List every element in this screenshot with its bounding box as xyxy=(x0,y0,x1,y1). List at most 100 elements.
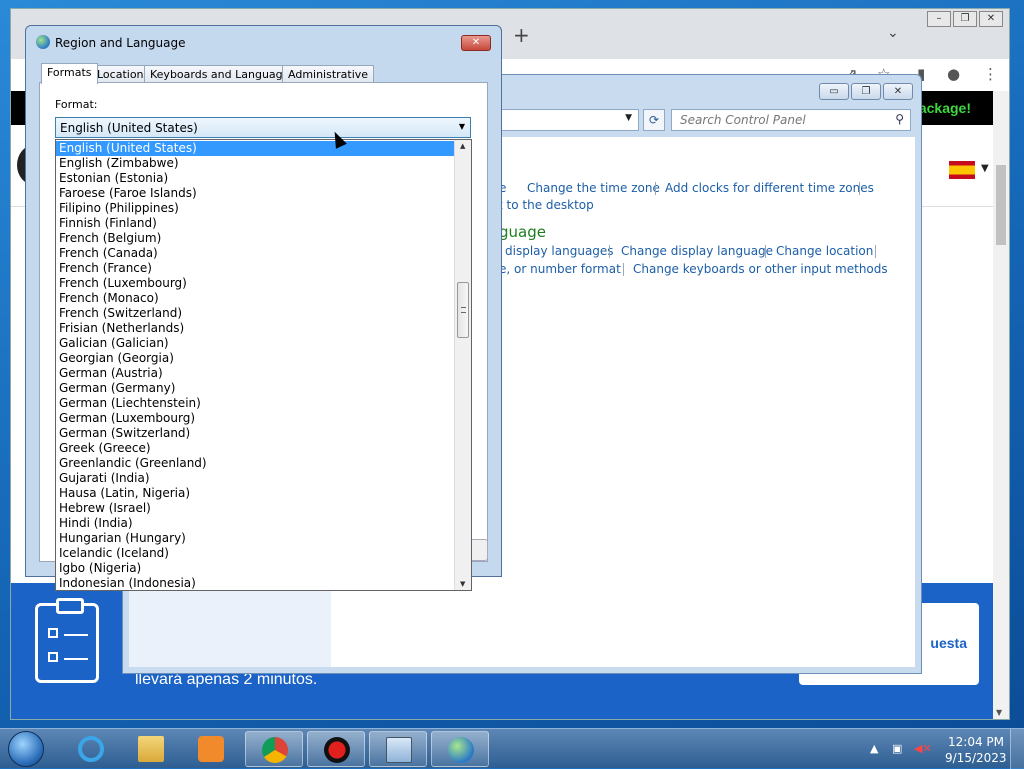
taskbar: ▲ ▣ ◀✕ 12:04 PM 9/15/2023 xyxy=(0,728,1024,769)
start-button[interactable] xyxy=(8,731,44,767)
clock-date[interactable]: 9/15/2023 xyxy=(945,751,1007,765)
spain-flag-icon[interactable] xyxy=(949,161,975,179)
add-clocks-link[interactable]: Add clocks for different time zones xyxy=(665,181,874,195)
globe-clock-icon xyxy=(448,737,474,763)
page-scrollbar[interactable]: ▼ xyxy=(993,91,1009,719)
tab-formats[interactable]: Formats xyxy=(41,63,98,84)
dropdown-option[interactable]: German (Luxembourg) xyxy=(56,411,454,426)
dropdown-option[interactable]: Indonesian (Indonesia) xyxy=(56,576,454,590)
scroll-up-icon[interactable]: ▲ xyxy=(460,142,465,150)
dropdown-scrollbar[interactable]: ▲ ▼ xyxy=(454,140,471,590)
dropdown-option[interactable]: Hindi (India) xyxy=(56,516,454,531)
dropdown-option[interactable]: French (Switzerland) xyxy=(56,306,454,321)
dropdown-option[interactable]: Finnish (Finland) xyxy=(56,216,454,231)
gadgets-desktop-link[interactable]: t to the desktop xyxy=(498,198,594,212)
close-icon[interactable]: ✕ xyxy=(883,83,913,100)
tab-search-icon[interactable]: ⌄ xyxy=(887,25,899,41)
dropdown-option[interactable]: French (Luxembourg) xyxy=(56,276,454,291)
search-placeholder: Search Control Panel xyxy=(680,113,806,127)
refresh-icon[interactable]: ⟳ xyxy=(643,109,665,131)
separator xyxy=(655,182,656,195)
dropdown-option[interactable]: Filipino (Philippines) xyxy=(56,201,454,216)
format-dropdown-list[interactable]: English (United States) English (Zimbabwe… xyxy=(55,139,472,591)
volume-muted-icon[interactable]: ◀✕ xyxy=(914,742,932,755)
show-hidden-icons[interactable]: ▲ xyxy=(870,742,878,755)
chevron-down-icon[interactable]: ▼ xyxy=(459,122,465,131)
dropdown-option[interactable]: Galician (Galician) xyxy=(56,336,454,351)
dialog-title: Region and Language xyxy=(55,36,186,50)
install-display-languages-link[interactable]: display languages xyxy=(505,244,614,258)
address-bar[interactable]: ▼ xyxy=(493,109,639,131)
dropdown-option[interactable]: Icelandic (Iceland) xyxy=(56,546,454,561)
dropdown-option[interactable]: Greenlandic (Greenland) xyxy=(56,456,454,471)
clock-time[interactable]: 12:04 PM xyxy=(948,735,1004,749)
survey-cta-label: uesta xyxy=(930,635,967,651)
dropdown-option[interactable]: German (Switzerland) xyxy=(56,426,454,441)
address-dropdown-icon[interactable]: ▼ xyxy=(625,113,632,123)
close-icon[interactable]: ✕ xyxy=(979,11,1003,27)
taskbar-file-explorer[interactable] xyxy=(122,731,180,767)
change-location-link[interactable]: Change location xyxy=(776,244,873,258)
language-caret-icon[interactable]: ▼ xyxy=(981,163,989,174)
dropdown-option[interactable]: Hungarian (Hungary) xyxy=(56,531,454,546)
media-player-icon xyxy=(198,736,224,762)
scroll-down-icon[interactable]: ▼ xyxy=(460,580,465,588)
dropdown-option[interactable]: Igbo (Nigeria) xyxy=(56,561,454,576)
change-number-format-link[interactable]: e, or number format xyxy=(499,262,621,276)
taskbar-internet-explorer[interactable] xyxy=(62,731,120,767)
change-time-zone-link[interactable]: Change the time zone xyxy=(527,181,660,195)
dropdown-option[interactable]: French (France) xyxy=(56,261,454,276)
dropdown-option[interactable]: German (Liechtenstein) xyxy=(56,396,454,411)
control-panel-icon xyxy=(386,737,412,763)
dropdown-option[interactable]: Hebrew (Israel) xyxy=(56,501,454,516)
globe-icon xyxy=(36,35,50,49)
scrollbar-thumb[interactable] xyxy=(996,165,1006,245)
dropdown-option[interactable]: Estonian (Estonia) xyxy=(56,171,454,186)
dropdown-option[interactable]: Hausa (Latin, Nigeria) xyxy=(56,486,454,501)
search-icon[interactable]: ⚲ xyxy=(895,112,904,126)
maximize-icon[interactable]: ❐ xyxy=(851,83,881,100)
internet-explorer-icon xyxy=(78,736,104,762)
separator xyxy=(875,245,876,258)
restore-icon[interactable]: ❐ xyxy=(953,11,977,27)
taskbar-media-player[interactable] xyxy=(182,731,240,767)
dropdown-option[interactable]: English (Zimbabwe) xyxy=(56,156,454,171)
dropdown-option[interactable]: Gujarati (India) xyxy=(56,471,454,486)
taskbar-region-language[interactable] xyxy=(431,731,489,767)
dropdown-option[interactable]: French (Belgium) xyxy=(56,231,454,246)
dropdown-option[interactable]: French (Canada) xyxy=(56,246,454,261)
network-icon[interactable]: ▣ xyxy=(892,742,902,755)
new-tab-button[interactable]: + xyxy=(513,23,530,47)
separator xyxy=(859,182,860,195)
taskbar-chrome[interactable] xyxy=(245,731,303,767)
taskbar-recorder[interactable] xyxy=(307,731,365,767)
more-menu-icon[interactable]: ⋮ xyxy=(983,65,998,83)
dropdown-option[interactable]: Greek (Greece) xyxy=(56,441,454,456)
dropdown-option[interactable]: Georgian (Georgia) xyxy=(56,351,454,366)
separator xyxy=(765,245,766,258)
minimize-icon[interactable]: – xyxy=(927,11,951,27)
show-desktop-button[interactable] xyxy=(1010,729,1024,769)
dropdown-option[interactable]: German (Austria) xyxy=(56,366,454,381)
region-language-heading[interactable]: guage xyxy=(499,223,546,241)
minimize-icon[interactable]: ▭ xyxy=(819,83,849,100)
clipboard-icon xyxy=(35,598,99,683)
format-select[interactable]: English (United States) ▼ xyxy=(55,117,471,138)
change-display-language-link[interactable]: Change display language xyxy=(621,244,773,258)
format-select-value: English (United States) xyxy=(60,121,198,135)
chrome-window-controls: – ❐ ✕ xyxy=(927,11,1003,27)
dropdown-option[interactable]: English (United States) xyxy=(56,141,454,156)
profile-avatar-icon[interactable]: ● xyxy=(947,65,960,83)
dropdown-options: English (United States) English (Zimbabwe… xyxy=(56,141,454,590)
taskbar-control-panel[interactable] xyxy=(369,731,427,767)
dropdown-option[interactable]: French (Monaco) xyxy=(56,291,454,306)
close-icon[interactable]: ✕ xyxy=(461,35,491,51)
dropdown-option[interactable]: German (Germany) xyxy=(56,381,454,396)
dropdown-scroll-thumb[interactable] xyxy=(457,282,469,338)
scroll-down-icon[interactable]: ▼ xyxy=(996,708,1002,717)
record-icon xyxy=(324,737,350,763)
search-input[interactable]: Search Control Panel ⚲ xyxy=(671,109,911,131)
dropdown-option[interactable]: Faroese (Faroe Islands) xyxy=(56,186,454,201)
change-keyboards-link[interactable]: Change keyboards or other input methods xyxy=(633,262,888,276)
dropdown-option[interactable]: Frisian (Netherlands) xyxy=(56,321,454,336)
